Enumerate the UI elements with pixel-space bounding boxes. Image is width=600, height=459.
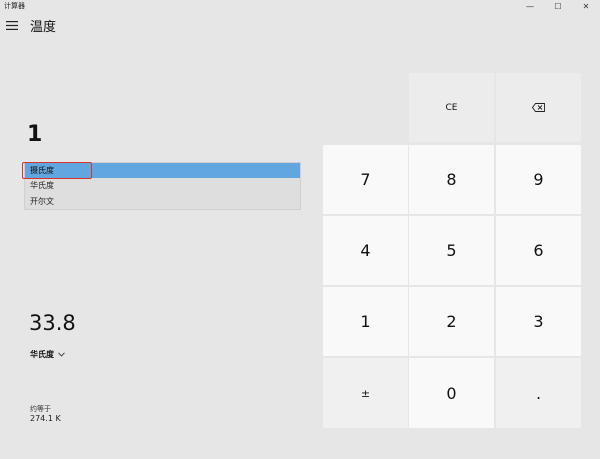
- output-unit-selector[interactable]: 华氏度: [30, 349, 65, 360]
- close-button[interactable]: ✕: [572, 0, 600, 12]
- input-value[interactable]: 1: [27, 122, 42, 147]
- unit-option-fahrenheit[interactable]: 华氏度: [25, 178, 300, 193]
- plus-minus-button[interactable]: ±: [323, 358, 408, 428]
- approx-label: 约等于: [30, 405, 51, 413]
- input-unit-dropdown-list: 摄氏度 华氏度 开尔文: [24, 162, 301, 210]
- backspace-button[interactable]: [496, 73, 581, 142]
- minimize-button[interactable]: —: [516, 0, 544, 12]
- header: 温度: [0, 12, 600, 40]
- digit-8-button[interactable]: 8: [409, 145, 494, 214]
- app-title: 计算器: [4, 2, 25, 10]
- title-bar: 计算器 — ☐ ✕: [0, 0, 600, 12]
- mode-title: 温度: [30, 20, 57, 35]
- digit-4-button[interactable]: 4: [323, 216, 408, 285]
- digit-1-button[interactable]: 1: [323, 287, 408, 356]
- decimal-point-button[interactable]: .: [496, 358, 581, 428]
- output-value: 33.8: [29, 311, 76, 335]
- chevron-down-icon: [58, 352, 65, 357]
- digit-5-button[interactable]: 5: [409, 216, 494, 285]
- hamburger-menu-button[interactable]: [4, 18, 20, 32]
- digit-3-button[interactable]: 3: [496, 287, 581, 356]
- window-controls: — ☐ ✕: [516, 0, 600, 12]
- maximize-button[interactable]: ☐: [544, 0, 572, 12]
- unit-option-celsius[interactable]: 摄氏度: [25, 163, 300, 179]
- calculator-window: 计算器 — ☐ ✕ 温度 1 摄氏度 华氏度 开尔文 33.8 华氏度 约等于 …: [0, 0, 600, 459]
- digit-2-button[interactable]: 2: [409, 287, 494, 356]
- digit-7-button[interactable]: 7: [323, 145, 408, 214]
- unit-option-kelvin[interactable]: 开尔文: [25, 194, 300, 209]
- approx-value: 274.1 K: [30, 414, 61, 423]
- output-unit-label: 华氏度: [30, 350, 54, 359]
- digit-6-button[interactable]: 6: [496, 216, 581, 285]
- digit-0-button[interactable]: 0: [409, 358, 494, 428]
- clear-entry-button[interactable]: CE: [409, 73, 494, 142]
- digit-9-button[interactable]: 9: [496, 145, 581, 214]
- hamburger-icon: [6, 20, 18, 30]
- backspace-icon: [532, 103, 545, 112]
